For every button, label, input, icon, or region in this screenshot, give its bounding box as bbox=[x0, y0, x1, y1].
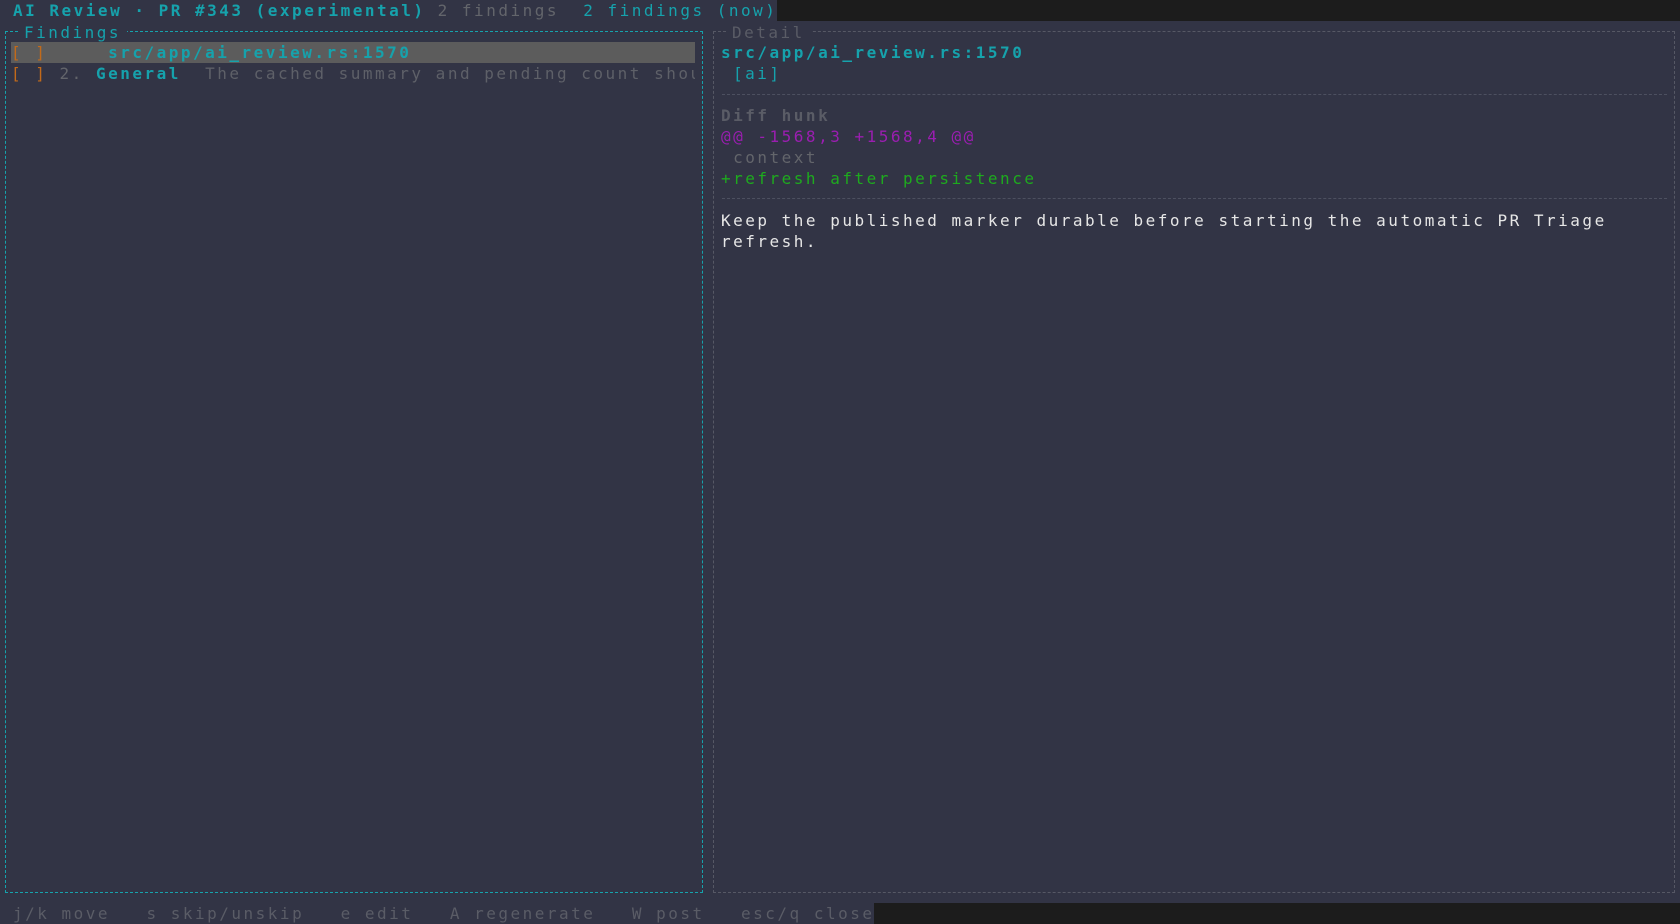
hint-skip: s skip/unskip bbox=[146, 904, 305, 923]
hint-close: esc/q close bbox=[741, 904, 875, 923]
hint-edit: e edit bbox=[340, 904, 414, 923]
separator bbox=[722, 94, 1667, 95]
findings-count: 2 findings bbox=[437, 1, 559, 20]
finding-summary: The cached summary and pending count sho… bbox=[205, 64, 695, 83]
separator bbox=[722, 198, 1667, 199]
detail-panel-title: Detail bbox=[726, 22, 811, 43]
finding-checkbox[interactable]: [ ] bbox=[11, 64, 47, 83]
finding-checkbox[interactable]: [ ] bbox=[11, 43, 47, 62]
app-title: AI Review · PR #343 (experimental) bbox=[13, 1, 426, 20]
diff-hunk-label: Diff hunk bbox=[721, 106, 831, 125]
diff-hunk-range: @@ -1568,3 +1568,4 @@ bbox=[721, 127, 976, 146]
hint-post: W post bbox=[631, 904, 705, 923]
diff-added-line: +refresh after persistence bbox=[721, 169, 1037, 188]
findings-panel bbox=[5, 31, 703, 893]
keybinding-footer: j/k move s skip/unskip e edit A regenera… bbox=[0, 903, 875, 924]
finding-row[interactable]: [ ] 2. General The cached summary and pe… bbox=[11, 63, 695, 84]
findings-count-now: 2 findings (now) bbox=[583, 1, 778, 20]
finding-message: Keep the published marker durable before… bbox=[721, 211, 1607, 230]
finding-location: src/app/ai_review.rs:1570 bbox=[108, 43, 412, 62]
detail-tag: [ai] bbox=[733, 64, 782, 83]
title-bar: AI Review · PR #343 (experimental) 2 fin… bbox=[0, 0, 778, 21]
hint-regenerate: A regenerate bbox=[449, 904, 596, 923]
detail-location: src/app/ai_review.rs:1570 bbox=[721, 43, 1025, 62]
detail-panel bbox=[713, 31, 1675, 893]
finding-number: 2. bbox=[59, 64, 84, 83]
diff-context-line: context bbox=[721, 148, 819, 167]
finding-row[interactable]: [ ] src/app/ai_review.rs:1570 bbox=[11, 42, 695, 63]
finding-message-cont: refresh. bbox=[721, 232, 819, 251]
hint-move: j/k move bbox=[13, 904, 111, 923]
findings-panel-title: Findings bbox=[18, 22, 128, 43]
finding-location: General bbox=[95, 64, 181, 83]
